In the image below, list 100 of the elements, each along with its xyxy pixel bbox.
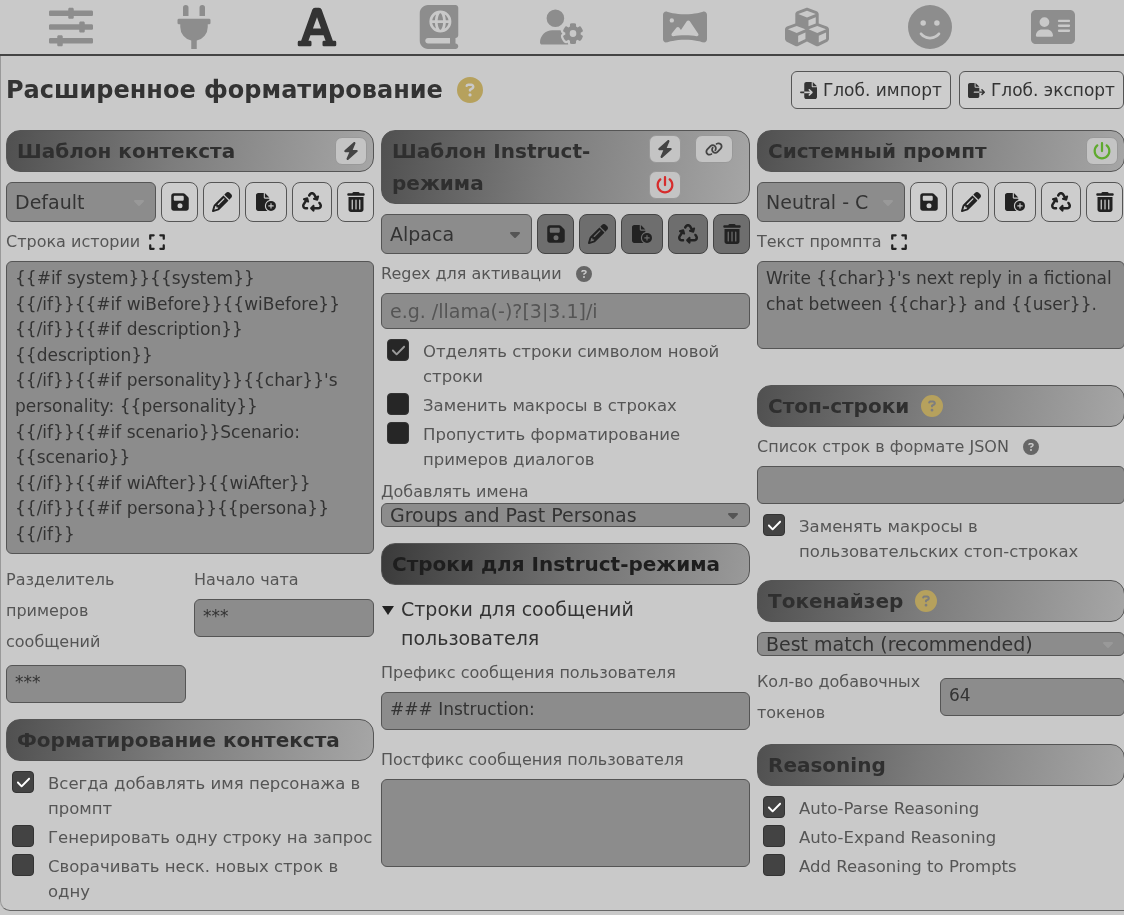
pencil-icon xyxy=(211,192,232,212)
bolt-icon xyxy=(656,140,674,158)
checkbox-label: Заменять макросы в пользовательских стоп-строках xyxy=(799,516,1080,563)
field-label: Текст промпта xyxy=(757,232,882,251)
section-header: Шаблон контекста xyxy=(6,130,374,172)
checkbox[interactable] xyxy=(763,796,785,818)
prefix-field[interactable]: ### Instruction: xyxy=(381,692,750,730)
names-select[interactable]: Groups and Past Personas xyxy=(381,503,750,527)
file-plus-icon xyxy=(1005,192,1025,212)
import-button[interactable]: Глоб. импорт xyxy=(790,71,951,109)
pencil-icon xyxy=(960,192,981,212)
checkbox[interactable] xyxy=(12,854,34,876)
checkbox[interactable] xyxy=(387,422,409,444)
recycle-icon xyxy=(302,192,322,212)
bolt-button[interactable] xyxy=(649,135,681,163)
preset-select[interactable]: Default xyxy=(6,182,156,222)
stop-strings-field[interactable] xyxy=(757,466,1124,504)
recycle-icon xyxy=(678,224,698,244)
checkbox[interactable] xyxy=(763,514,785,536)
new-file-button[interactable] xyxy=(621,214,663,254)
recycle-icon xyxy=(1051,192,1071,212)
disclosure-icon xyxy=(381,603,395,617)
import-icon xyxy=(799,81,817,99)
export-icon xyxy=(967,81,985,99)
field-label: Префикс сообщения пользователя xyxy=(381,663,677,682)
recycle-button[interactable] xyxy=(292,182,332,222)
checkbox[interactable] xyxy=(12,825,34,847)
recycle-button[interactable] xyxy=(1041,182,1081,222)
field-label: Начало чата xyxy=(194,570,299,589)
trash-icon xyxy=(721,224,742,244)
save-button[interactable] xyxy=(161,182,198,222)
preset-select[interactable]: Neutral - C xyxy=(757,182,905,222)
checkbox[interactable] xyxy=(387,339,409,361)
checkbox-label: Заменить макросы в строках xyxy=(423,395,677,417)
new-file-button[interactable] xyxy=(245,182,287,222)
help-icon[interactable] xyxy=(575,265,592,282)
trash-icon xyxy=(345,192,366,212)
help-icon[interactable] xyxy=(1022,438,1039,455)
link-button[interactable] xyxy=(695,135,733,163)
page-title: Расширенное форматирование xyxy=(6,76,443,104)
checkbox[interactable] xyxy=(387,393,409,415)
checkbox-label: Всегда добавлять имя персонажа в промпт xyxy=(48,773,362,820)
file-plus-icon xyxy=(256,192,276,212)
field-label: Список строк в формате JSON xyxy=(757,437,1009,456)
section-header: Шаблон Instruct-режима xyxy=(381,130,750,204)
edit-button[interactable] xyxy=(203,182,240,222)
checkbox[interactable] xyxy=(763,825,785,847)
field-label: Разделитель примеров сообщений xyxy=(6,570,115,651)
recycle-button[interactable] xyxy=(668,214,708,254)
checkbox-label: Генерировать одну строку на запрос xyxy=(48,827,373,849)
checkbox-label: Auto-Expand Reasoning xyxy=(799,827,997,849)
checkbox-label: Сворачивать неск. новых строк в одну xyxy=(48,856,340,903)
story-string-field[interactable]: {{#if system}}{{system}} {{/if}}{{#if wiBefore}}{{wiBefore}} {{/if}}{{#if description}} {{description}} {{/if}}{{#if personality}}{{char}}'s personality: {{personality}} {{/if}}{{#if scenario}}Scenario: {{scenario}} {{/if}}{{#if wiAfter}}{{wiAfter}} {{/if}}{{#if persona}}{{persona}} {{/if}} xyxy=(6,261,374,554)
bolt-button[interactable] xyxy=(335,137,367,165)
file-plus-icon xyxy=(632,224,652,244)
field-label: Строка истории xyxy=(6,232,141,251)
export-button[interactable]: Глоб. экспорт xyxy=(958,71,1124,109)
floppy-icon xyxy=(918,192,939,212)
expand-icon[interactable] xyxy=(889,232,908,251)
preset-select[interactable]: Alpaca xyxy=(381,214,532,254)
section-header: Форматирование контекста xyxy=(6,719,374,761)
save-button[interactable] xyxy=(537,214,574,254)
field-label: Добавлять имена xyxy=(381,482,530,501)
floppy-icon xyxy=(169,192,190,212)
prompt-field[interactable]: Write {{char}}'s next reply in a fictional chat between {{char}} and {{user}}. xyxy=(757,261,1124,349)
section-header: Строки для Instruct-режима xyxy=(381,543,750,585)
bolt-icon xyxy=(342,142,360,160)
save-button[interactable] xyxy=(910,182,947,222)
edit-button[interactable] xyxy=(579,214,616,254)
checkbox-label: Пропустить форматирование примеров диалогов xyxy=(423,424,682,471)
field-label: Постфикс сообщения пользователя xyxy=(381,750,685,769)
tokenizer-select[interactable]: Best match (recommended) xyxy=(757,632,1124,656)
section-header: Токенайзер xyxy=(757,580,1124,622)
collapsible-summary[interactable]: Строки для сообщений пользователя xyxy=(381,595,750,653)
power-icon xyxy=(656,176,674,194)
checkbox-label: Auto-Parse Reasoning xyxy=(799,798,980,820)
floppy-icon xyxy=(545,224,566,244)
chat-start-field[interactable]: *** xyxy=(194,599,374,637)
field-label: Кол-во добавочных токенов xyxy=(757,671,922,724)
checkbox-label: Add Reasoning to Prompts xyxy=(799,856,1017,878)
edit-button[interactable] xyxy=(952,182,989,222)
separator-field[interactable]: *** xyxy=(6,665,186,703)
token-padding-field[interactable]: 64 xyxy=(940,678,1124,716)
checkbox[interactable] xyxy=(12,771,34,793)
delete-button[interactable] xyxy=(1086,182,1123,222)
section-header: Системный промпт xyxy=(757,130,1124,172)
delete-button[interactable] xyxy=(713,214,750,254)
suffix-field[interactable] xyxy=(381,779,750,867)
expand-icon[interactable] xyxy=(148,232,167,251)
checkbox[interactable] xyxy=(763,854,785,876)
pencil-icon xyxy=(587,224,608,244)
section-header: Reasoning xyxy=(757,744,1124,786)
link-icon xyxy=(705,140,723,158)
checkbox-label: Отделять строки символом новой строки xyxy=(423,341,721,388)
section-header: Стоп-строки xyxy=(757,385,1124,427)
new-file-button[interactable] xyxy=(994,182,1036,222)
trash-icon xyxy=(1094,192,1115,212)
power-icon xyxy=(1093,142,1111,160)
power-button[interactable] xyxy=(649,171,681,199)
delete-button[interactable] xyxy=(337,182,374,222)
